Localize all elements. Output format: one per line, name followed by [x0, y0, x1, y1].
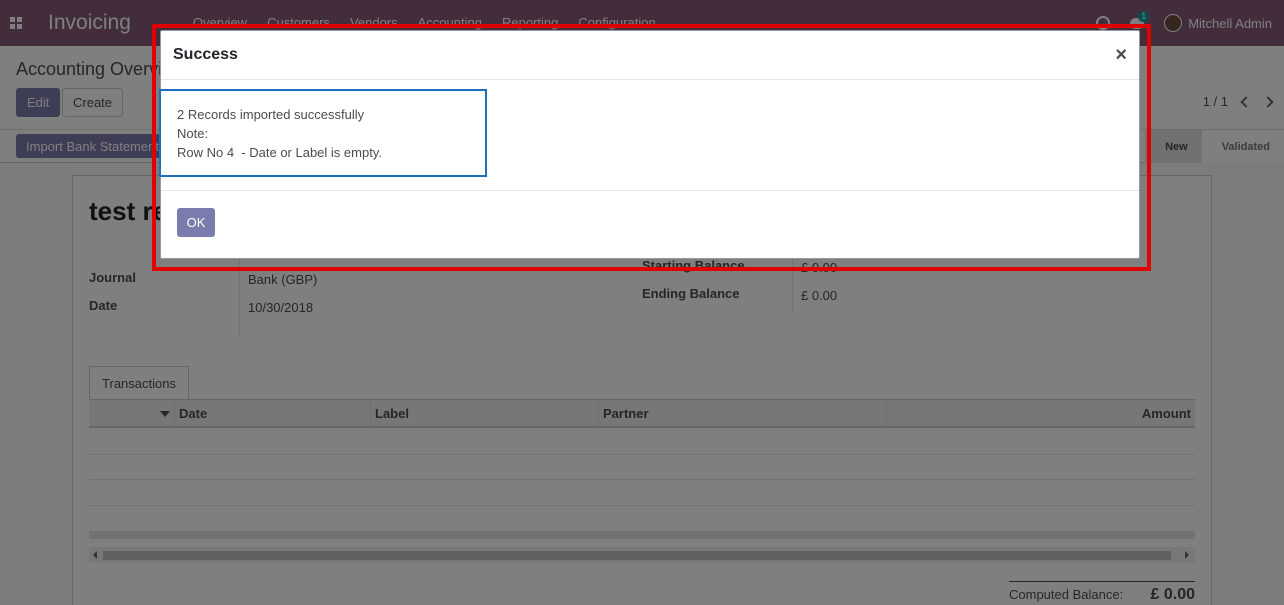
import-result-message: 2 Records imported successfully Note: Ro… [159, 89, 487, 177]
ok-button[interactable]: OK [177, 208, 215, 237]
message-line-3: Row No 4 - Date or Label is empty. [177, 145, 382, 160]
message-line-2: Note: [177, 126, 209, 141]
success-dialog: Success × 2 Records imported successfull… [159, 30, 1140, 259]
dialog-footer: OK [161, 190, 1139, 258]
close-icon[interactable]: × [1115, 45, 1127, 65]
dialog-title: Success [173, 46, 238, 63]
message-line-1: 2 Records imported successfully [177, 107, 365, 122]
dialog-header: Success × [161, 31, 1139, 80]
